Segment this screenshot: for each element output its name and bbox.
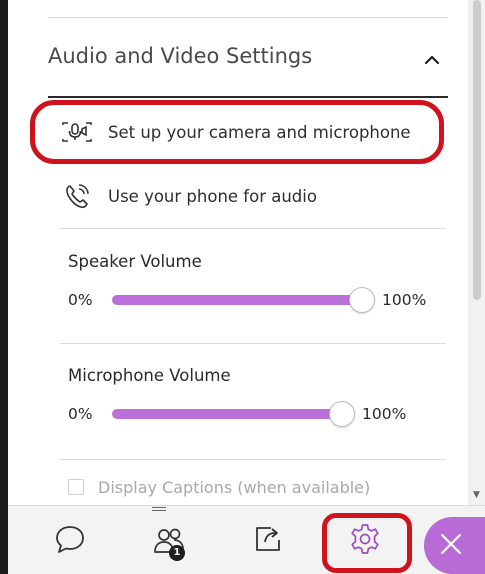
share-content-button[interactable] xyxy=(246,506,290,574)
microphone-volume-thumb[interactable] xyxy=(329,401,355,427)
left-border xyxy=(0,0,8,574)
camera-microphone-icon xyxy=(60,117,94,147)
use-phone-audio-button[interactable]: Use your phone for audio xyxy=(60,176,317,216)
participants-count-badge: 1 xyxy=(169,545,185,561)
display-captions-option[interactable]: Display Captions (when available) xyxy=(68,475,370,499)
scroll-down-arrow-icon[interactable]: ▼ xyxy=(470,490,483,500)
display-captions-label: Display Captions (when available) xyxy=(98,477,371,497)
microphone-volume-max: 100% xyxy=(362,405,407,423)
microphone-volume-min: 0% xyxy=(68,405,93,423)
close-icon xyxy=(438,531,464,561)
microphone-volume-track[interactable] xyxy=(112,409,342,419)
share-content-icon xyxy=(251,523,285,559)
setup-camera-label: Set up your camera and microphone xyxy=(108,122,411,142)
use-phone-label: Use your phone for audio xyxy=(108,186,317,206)
chat-icon xyxy=(53,522,87,560)
setup-camera-microphone-button[interactable]: Set up your camera and microphone xyxy=(60,112,411,152)
divider xyxy=(48,17,448,18)
settings-button[interactable] xyxy=(338,506,392,574)
speaker-volume-thumb[interactable] xyxy=(349,287,375,313)
speaker-volume-min: 0% xyxy=(68,291,93,309)
microphone-volume-label: Microphone Volume xyxy=(68,366,231,385)
header-divider xyxy=(48,96,448,98)
chevron-up-icon[interactable] xyxy=(420,48,444,72)
speaker-volume-track[interactable] xyxy=(112,295,362,305)
microphone-volume-slider[interactable]: 0% 100% xyxy=(68,399,438,429)
speaker-volume-max: 100% xyxy=(382,291,427,309)
divider xyxy=(60,343,446,344)
phone-icon xyxy=(60,181,94,211)
scrollbar-thumb[interactable] xyxy=(473,0,481,300)
section-header[interactable]: Audio and Video Settings xyxy=(48,36,448,96)
participants-button[interactable]: 1 xyxy=(148,506,192,574)
display-captions-checkbox[interactable] xyxy=(68,479,84,495)
settings-panel: Audio and Video Settings Set up your cam… xyxy=(8,0,468,505)
divider xyxy=(60,228,446,229)
chat-button[interactable] xyxy=(48,506,92,574)
speaker-volume-slider[interactable]: 0% 100% xyxy=(68,285,438,315)
participants-icon: 1 xyxy=(148,506,192,574)
divider xyxy=(60,459,446,460)
section-title: Audio and Video Settings xyxy=(48,44,313,68)
speaker-volume-label: Speaker Volume xyxy=(68,252,202,271)
close-panel-button[interactable] xyxy=(424,517,485,574)
bottom-toolbar: 1 xyxy=(8,505,485,574)
drag-handle-icon[interactable] xyxy=(152,507,166,513)
settings-gear-icon xyxy=(348,522,382,560)
